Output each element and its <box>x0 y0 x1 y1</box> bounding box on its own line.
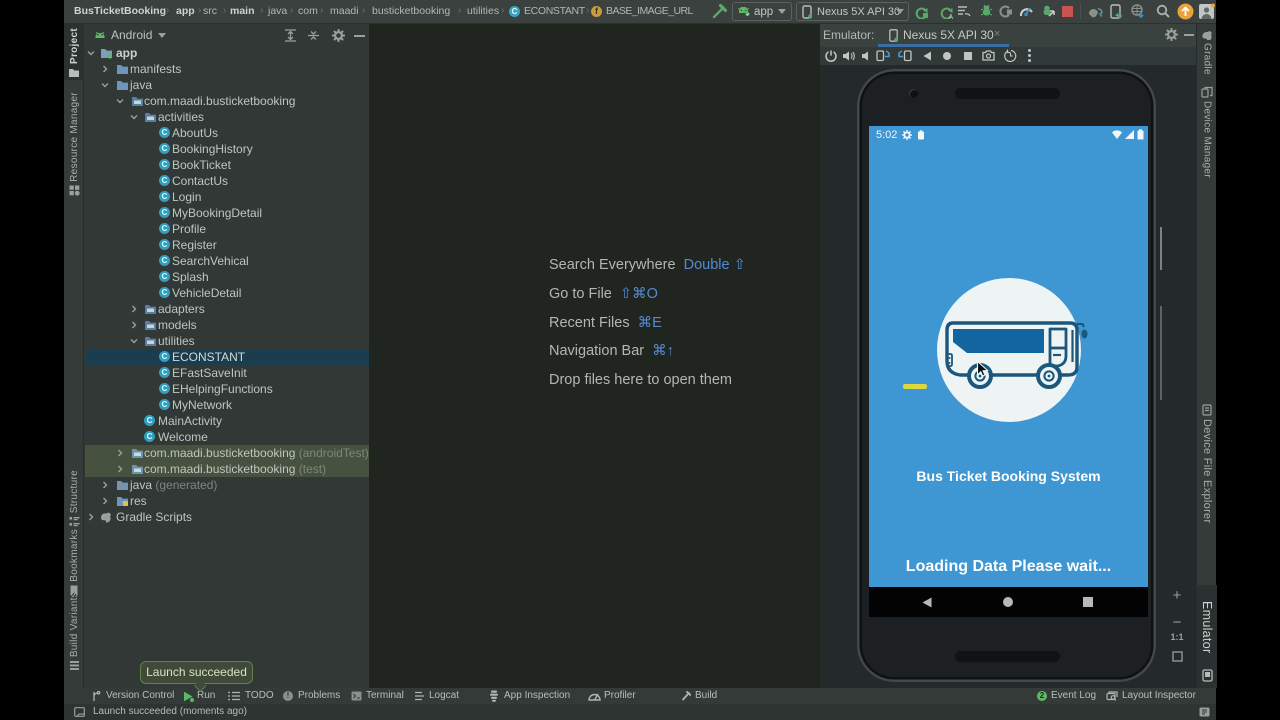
svg-text:A: A <box>949 14 954 19</box>
